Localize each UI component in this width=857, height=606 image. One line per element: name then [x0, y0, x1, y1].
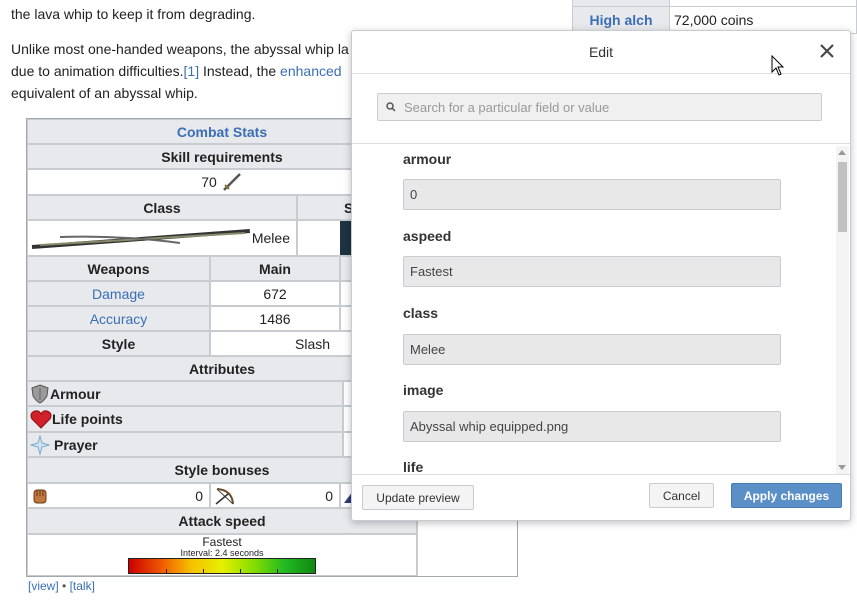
cancel-button[interactable]: Cancel	[649, 483, 714, 508]
attack-speed-cell: Fastest Interval: 2.4 seconds	[27, 534, 417, 576]
field-input-armour[interactable]	[403, 179, 781, 210]
field-search-box[interactable]	[377, 93, 822, 121]
prayer-star-icon	[30, 434, 50, 455]
article-line-1: the lava whip to keep it from degrading.	[11, 6, 256, 22]
accuracy-value: 1486	[210, 306, 340, 331]
field-label-class: class	[403, 305, 439, 321]
damage-label[interactable]: Damage	[27, 281, 210, 306]
prayer-row: Prayer	[27, 432, 343, 457]
melee-bonus-cell: 0	[27, 483, 210, 508]
field-search-input[interactable]	[402, 98, 806, 116]
scroll-up-icon[interactable]	[838, 150, 846, 155]
article-line-2: Unlike most one-handed weapons, the abys…	[11, 41, 349, 57]
armour-label: Armour	[50, 385, 101, 402]
attack-sword-icon	[222, 173, 241, 191]
accuracy-link[interactable]: Accuracy	[90, 311, 148, 327]
armour-row: Armour	[27, 381, 343, 406]
update-preview-button[interactable]: Update preview	[362, 485, 474, 510]
melee-bonus-value: 0	[195, 487, 203, 504]
heart-icon	[30, 410, 52, 429]
article-line-3: due to animation difficulties.[1] Instea…	[11, 60, 366, 82]
attack-interval: Interval: 2.4 seconds	[180, 548, 264, 558]
armour-shield-icon	[31, 383, 49, 404]
field-input-aspeed[interactable]	[403, 256, 781, 287]
field-input-image[interactable]	[403, 411, 781, 442]
melee-fist-icon	[33, 489, 47, 503]
life-points-label: Life points	[52, 411, 123, 427]
search-icon	[386, 102, 396, 112]
enhanced-link[interactable]: enhanced	[280, 63, 342, 79]
reference-link[interactable]: [1]	[184, 63, 200, 79]
scroll-down-icon[interactable]	[838, 465, 846, 470]
field-input-class[interactable]	[403, 334, 781, 365]
fields-scrollbar[interactable]	[836, 146, 849, 474]
abyssal-whip-image-icon	[31, 229, 251, 249]
mouse-pointer-icon	[771, 55, 785, 76]
speed-tick-3	[240, 569, 241, 573]
article-line-3a: due to animation difficulties.	[11, 63, 184, 79]
template-footer-links: [view] • [talk]	[28, 579, 95, 593]
talk-link[interactable]: [talk]	[70, 579, 95, 593]
class-value: Melee	[251, 230, 290, 246]
speed-tick-2	[203, 569, 204, 573]
field-label-armour: armour	[403, 151, 452, 167]
fields-list: armour aspeed class image life	[352, 144, 836, 474]
accuracy-label[interactable]: Accuracy	[27, 306, 210, 331]
speed-tick-1	[166, 569, 167, 573]
apply-changes-button[interactable]: Apply changes	[731, 483, 842, 508]
field-label-image: image	[403, 382, 444, 398]
close-icon[interactable]	[816, 40, 838, 62]
view-link[interactable]: [view]	[28, 579, 59, 593]
combat-stats-link[interactable]: Combat Stats	[177, 124, 267, 140]
ranged-bonus-value: 0	[325, 487, 333, 504]
article-line-3b: Instead, the	[199, 63, 281, 79]
ranged-bonus-cell: 0	[210, 483, 340, 508]
damage-link[interactable]: Damage	[92, 286, 145, 302]
speed-tick-4	[277, 569, 278, 573]
footer-divider	[352, 474, 850, 475]
class-cell: Melee	[27, 220, 297, 256]
ranged-bow-icon	[215, 487, 234, 505]
class-header: Class	[27, 195, 297, 220]
item-infobox: High alch 72,000 coins	[572, 0, 857, 34]
scroll-thumb[interactable]	[838, 162, 847, 232]
main-header: Main	[210, 256, 340, 281]
skill-level: 70	[201, 174, 217, 190]
attack-speed-value: Fastest	[202, 535, 242, 549]
article-line-4: equivalent of an abyssal whip.	[11, 85, 198, 101]
style-label: Style	[27, 331, 210, 356]
field-label-aspeed: aspeed	[403, 228, 452, 244]
field-label-life: life	[403, 459, 424, 474]
edit-dialog: Edit armour aspeed class image life Upda…	[351, 30, 851, 521]
life-points-row: Life points	[27, 406, 343, 432]
link-separator: •	[58, 579, 70, 593]
damage-value: 672	[210, 281, 340, 306]
attack-speed-bar	[128, 558, 316, 574]
prayer-label: Prayer	[54, 436, 98, 453]
weapons-header: Weapons	[27, 256, 210, 281]
